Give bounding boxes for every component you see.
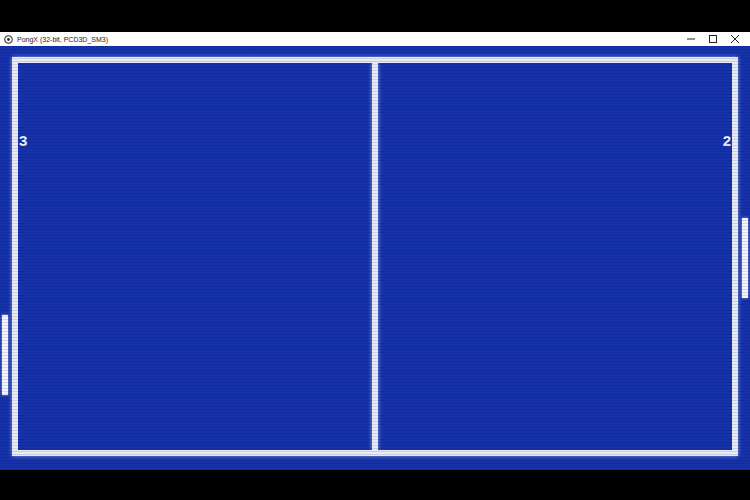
right-paddle[interactable] xyxy=(742,218,748,298)
letterbox-bottom xyxy=(0,470,750,500)
scanline-overlay xyxy=(0,46,750,470)
center-line xyxy=(372,63,378,450)
right-score: 2 xyxy=(723,132,731,150)
letterbox-top xyxy=(0,0,750,32)
window-title: PongX (32-bit, PCD3D_SM3) xyxy=(17,36,108,43)
app-icon xyxy=(4,35,13,44)
game-area: 32 xyxy=(0,46,750,470)
left-paddle[interactable] xyxy=(2,315,8,395)
minimize-icon[interactable] xyxy=(680,33,702,45)
screen: PongX (32-bit, PCD3D_SM3)32 xyxy=(0,0,750,500)
court xyxy=(12,57,738,456)
title-bar[interactable]: PongX (32-bit, PCD3D_SM3) xyxy=(0,32,750,46)
close-icon[interactable] xyxy=(724,33,746,45)
right-half xyxy=(378,63,732,450)
game-window: PongX (32-bit, PCD3D_SM3)32 xyxy=(0,32,750,470)
left-score: 3 xyxy=(19,132,27,150)
maximize-icon[interactable] xyxy=(702,33,724,45)
left-half xyxy=(18,63,372,450)
title-group: PongX (32-bit, PCD3D_SM3) xyxy=(4,35,108,44)
window-controls xyxy=(680,33,746,45)
